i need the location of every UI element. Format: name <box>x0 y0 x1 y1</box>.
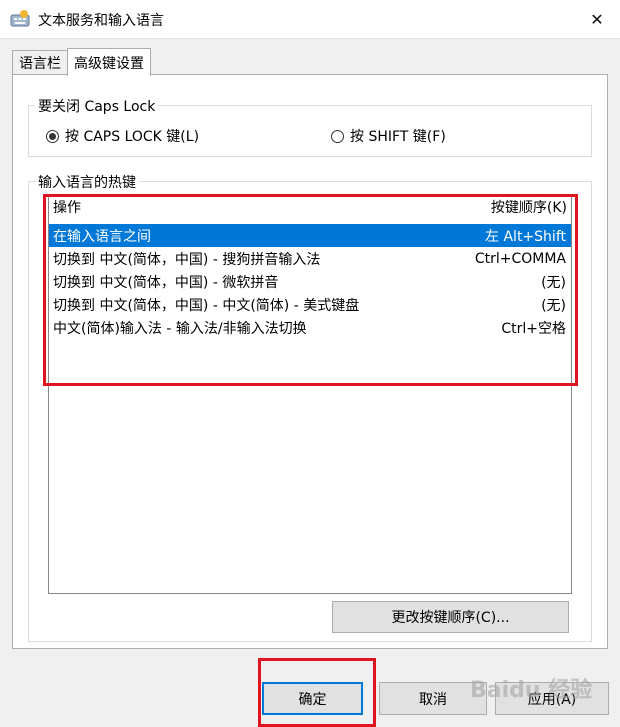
hotkeys-group-label: 输入语言的热键 <box>35 172 139 192</box>
list-body: 在输入语言之间 左 Alt+Shift 切换到 中文(简体，中国) - 搜狗拼音… <box>49 224 571 339</box>
list-item-keys: (无) <box>541 274 566 291</box>
cancel-button[interactable]: 取消 <box>379 682 487 715</box>
radio-caps-lock[interactable]: 按 CAPS LOCK 键(L) <box>46 126 199 146</box>
ok-label: 确定 <box>298 691 327 708</box>
list-item-action: 中文(简体)输入法 - 输入法/非输入法切换 <box>53 320 307 337</box>
list-item-keys: (无) <box>541 297 566 314</box>
list-item[interactable]: 中文(简体)输入法 - 输入法/非输入法切换 Ctrl+空格 <box>49 316 571 339</box>
text-services-app-icon <box>10 10 30 27</box>
radio-shift[interactable]: 按 SHIFT 键(F) <box>331 126 446 146</box>
change-key-sequence-button[interactable]: 更改按键顺序(C)... <box>332 601 569 633</box>
change-key-sequence-label: 更改按键顺序(C)... <box>391 610 510 626</box>
close-icon: ✕ <box>590 9 604 29</box>
tab-label: 语言栏 <box>19 56 61 72</box>
list-item[interactable]: 切换到 中文(简体，中国) - 微软拼音 (无) <box>49 270 571 293</box>
cancel-label: 取消 <box>419 691 447 708</box>
close-button[interactable]: ✕ <box>574 0 620 38</box>
column-header-action[interactable]: 操作 <box>53 197 81 217</box>
radio-checked-icon <box>46 129 59 143</box>
list-item-keys: Ctrl+COMMA <box>474 250 566 267</box>
list-item[interactable]: 切换到 中文(简体，中国) - 中文(简体) - 美式键盘 (无) <box>49 293 571 316</box>
radio-caps-lock-label: 按 CAPS LOCK 键(L) <box>65 129 200 145</box>
list-item[interactable]: 在输入语言之间 左 Alt+Shift <box>49 224 571 247</box>
ok-button[interactable]: 确定 <box>262 682 363 715</box>
window-title: 文本服务和输入语言 <box>38 13 164 29</box>
list-item-keys: 左 Alt+Shift <box>485 228 566 245</box>
tab-language-bar[interactable]: 语言栏 <box>12 50 68 75</box>
apply-button[interactable]: 应用(A) <box>495 682 609 715</box>
tab-label: 高级键设置 <box>74 55 144 72</box>
list-item-action: 切换到 中文(简体，中国) - 中文(简体) - 美式键盘 <box>53 297 360 314</box>
radio-unchecked-icon <box>331 129 344 143</box>
title-bar: 文本服务和输入语言 ✕ <box>0 0 620 39</box>
list-item-action: 切换到 中文(简体，中国) - 微软拼音 <box>53 274 279 291</box>
list-item-keys: Ctrl+空格 <box>501 320 566 337</box>
caps-lock-group-label: 要关闭 Caps Lock <box>35 96 159 116</box>
hotkeys-list[interactable]: 操作 按键顺序(K) 在输入语言之间 左 Alt+Shift 切换到 中文(简体… <box>48 196 572 594</box>
radio-shift-label: 按 SHIFT 键(F) <box>350 129 446 145</box>
list-item[interactable]: 切换到 中文(简体，中国) - 搜狗拼音输入法 Ctrl+COMMA <box>49 247 571 270</box>
apply-label: 应用(A) <box>527 691 577 708</box>
column-header-key-sequence[interactable]: 按键顺序(K) <box>491 197 567 217</box>
list-item-action: 在输入语言之间 <box>53 228 151 245</box>
list-item-action: 切换到 中文(简体，中国) - 搜狗拼音输入法 <box>53 251 321 268</box>
tab-advanced-key-settings[interactable]: 高级键设置 <box>67 48 151 76</box>
list-header: 操作 按键顺序(K) <box>49 197 571 217</box>
